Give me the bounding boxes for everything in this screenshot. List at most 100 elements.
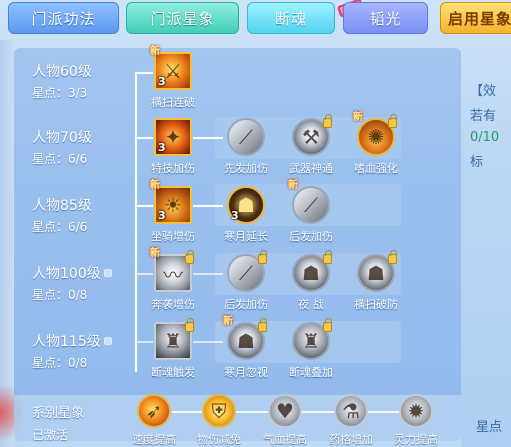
row-points: 星点：3/3: [32, 86, 88, 100]
skill-name: 嗜血强化: [354, 162, 398, 175]
skill-node[interactable]: 新 ⟋ 后发加伤: [271, 180, 351, 244]
row-title-text: 人物115级: [32, 334, 101, 350]
series-item[interactable]: ⛨ 物伤减免: [187, 394, 251, 447]
cold-moon-extend-icon[interactable]: ☗ 3: [227, 186, 265, 224]
sweep-break-icon[interactable]: ☗: [357, 250, 397, 292]
skill-name: 坐骑增伤: [151, 230, 195, 243]
lock-icon: [185, 318, 194, 332]
skill-name: 断魂叠加: [289, 366, 333, 379]
skill-name: 特技加伤: [151, 162, 195, 175]
lock-icon: [388, 250, 397, 264]
row-title-text: 人物100级: [32, 266, 101, 282]
weapon-power-icon[interactable]: ⚒: [292, 114, 332, 156]
info-line: 【效: [470, 84, 497, 99]
skill-level: 3: [158, 75, 166, 88]
tab-taoguang[interactable]: 韬光: [343, 2, 428, 34]
skill-name: 横扫破防: [354, 298, 398, 311]
series-name: 灵力提高: [394, 433, 438, 446]
skill-level: 3: [231, 209, 239, 222]
row-label-100: 人物100级 星点：0/8: [32, 264, 132, 303]
skill-node[interactable]: ✦ 3 特技加伤: [133, 118, 213, 176]
mana-up-icon[interactable]: ✹: [399, 394, 433, 428]
first-strike-icon[interactable]: ⟋: [227, 118, 265, 156]
lock-icon: [185, 250, 194, 264]
skill-node[interactable]: ♜ 断魂触发: [133, 318, 213, 380]
skill-node[interactable]: ♜ 断魂叠加: [271, 318, 351, 380]
row-label-60: 人物60级 星点：3/3: [32, 62, 132, 101]
enable-star-button[interactable]: 启用星象: [440, 2, 511, 34]
series-name: 药格增加: [329, 433, 373, 446]
speed-icon[interactable]: ➶: [137, 394, 171, 428]
heart-glyph-icon: ♥: [276, 399, 294, 423]
tab-sect-skills[interactable]: 门派功法: [8, 2, 119, 34]
lock-icon: [258, 318, 267, 332]
lock-icon: [103, 337, 112, 345]
series-title: 系别星象: [32, 406, 85, 421]
series-item[interactable]: ✹ 灵力提高: [384, 394, 448, 447]
phys-reduce-icon[interactable]: ⛨: [202, 394, 236, 428]
night-battle-icon[interactable]: ☗: [292, 250, 332, 292]
shield-glyph-icon: ⛨: [211, 399, 227, 423]
bloodlust-icon[interactable]: 新 ✺: [353, 112, 397, 156]
sweep-combo-icon[interactable]: 新 ⚔ 3: [150, 46, 192, 90]
lock-icon: [323, 114, 332, 128]
lock-icon: [323, 250, 332, 264]
lock-icon: [323, 318, 332, 332]
potion-slot-icon[interactable]: ⚗: [334, 394, 368, 428]
flame-glyph-icon: ➶: [145, 399, 163, 423]
soul-stack-icon[interactable]: ♜: [292, 318, 332, 360]
potion-glyph-icon: ⚗: [342, 399, 360, 423]
row-title: 人物70级: [32, 130, 92, 146]
series-status: 已激活: [32, 428, 69, 442]
special-dmg-icon[interactable]: ✦ 3: [154, 118, 192, 156]
blade-glyph-icon: ⟋: [239, 125, 253, 149]
series-item[interactable]: ⚗ 药格增加: [319, 394, 383, 447]
tab-sect-star[interactable]: 门派星象: [126, 2, 239, 34]
row-points: 星点：6/6: [32, 152, 88, 166]
tab-duanhun[interactable]: 断魂: [247, 2, 335, 34]
series-name: 气血提高: [263, 433, 307, 446]
row-title: 人物115级: [32, 332, 132, 350]
row-label-85: 人物85级 星点：6/6: [32, 196, 132, 235]
lock-icon: [103, 269, 112, 277]
mount-dmg-icon[interactable]: 新 ☀ 3: [150, 180, 192, 224]
info-line: 标: [470, 155, 484, 170]
right-footer: 星点: [476, 420, 503, 435]
skill-name: 奔袭增伤: [151, 298, 195, 311]
skill-node[interactable]: ☗ 横扫破防: [336, 250, 416, 312]
star-tree-panel: [14, 48, 461, 441]
spark-glyph-icon: ✹: [407, 399, 425, 423]
row-title: 人物100级: [32, 264, 132, 282]
row-title: 人物60级: [32, 64, 92, 80]
series-item[interactable]: ➶ 速度提高: [122, 394, 186, 447]
series-item[interactable]: ♥ 气血提高: [253, 394, 317, 447]
charge-dmg-icon[interactable]: 新 〰: [150, 248, 194, 292]
late-strike-icon[interactable]: ⟋: [227, 250, 267, 292]
series-label: 系别星象 已激活: [32, 402, 84, 443]
skill-name: 横扫连破: [151, 96, 195, 109]
row-title: 人物85级: [32, 198, 92, 214]
top-tab-bar: 门派功法 门派星象 断魂 限时开 韬光 启用星象: [0, 0, 511, 40]
info-line: 若有: [470, 109, 497, 124]
hp-up-icon[interactable]: ♥: [268, 394, 302, 428]
row-points: 星点：0/8: [32, 356, 88, 370]
blade-glyph-icon: ⟋: [304, 193, 318, 217]
skill-name: 断魂触发: [151, 366, 195, 379]
late-strike-icon[interactable]: 新 ⟋: [288, 180, 330, 224]
lock-icon: [258, 250, 267, 264]
skill-node[interactable]: 新 ☀ 3 坐骑增伤: [133, 180, 213, 244]
cold-moon-ignore-icon[interactable]: 新 ☗: [223, 316, 267, 360]
row-points: 星点：0/8: [32, 288, 88, 302]
info-line: 0/10: [470, 130, 500, 145]
skill-node[interactable]: 新 〰 奔袭增伤: [133, 248, 213, 312]
lock-icon: [388, 114, 397, 128]
skill-node[interactable]: 新 ✺ 嗜血强化: [336, 112, 416, 176]
row-points: 星点：6/6: [32, 220, 88, 234]
skill-node[interactable]: 新 ⚔ 3 横扫连破: [133, 46, 213, 110]
skill-level: 3: [158, 209, 166, 222]
skill-name: 后发加伤: [289, 230, 333, 243]
series-name: 物伤减免: [197, 433, 241, 446]
soul-trigger-icon[interactable]: ♜: [154, 318, 194, 360]
row-label-115: 人物115级 星点：0/8: [32, 332, 132, 371]
skill-level: 3: [158, 141, 166, 154]
